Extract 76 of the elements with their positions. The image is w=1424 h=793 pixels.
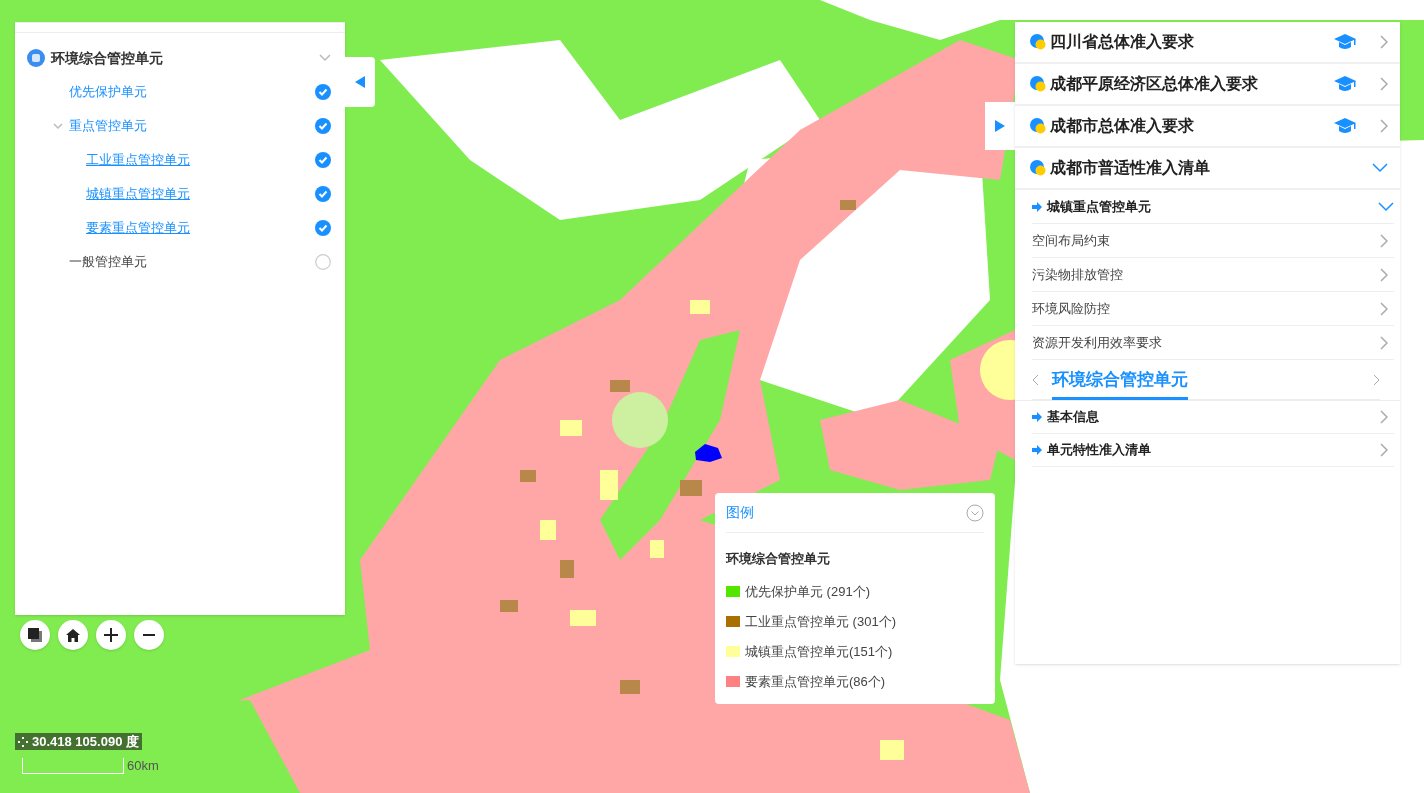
legend-label: 工业重点管控单元 (301个) <box>745 612 896 631</box>
left-triangle-icon <box>355 76 365 88</box>
requirement-row[interactable]: 成都市总体准入要求 <box>1015 106 1400 148</box>
list-item-text: 污染物排放管控 <box>1032 265 1124 284</box>
requirement-title: 成都市普适性准入清单 <box>1050 158 1211 178</box>
map-patch <box>680 480 702 496</box>
graduation-cap-icon <box>1334 33 1356 51</box>
map-patch <box>560 420 582 436</box>
list-row[interactable]: 环境风险防控 <box>1032 292 1394 326</box>
map-patch <box>500 600 518 612</box>
map-patch <box>540 520 556 540</box>
list-item-text: 资源开发利用效率要求 <box>1032 333 1163 352</box>
scale-label: 60km <box>127 757 159 775</box>
requirement-title: 四川省总体准入要求 <box>1050 32 1195 52</box>
legend-label: 要素重点管控单元(86个) <box>745 672 886 691</box>
info-row[interactable]: 单元特性准入清单 <box>1032 434 1394 467</box>
expand-panel-button[interactable] <box>985 102 1015 150</box>
dot-badge-icon <box>1030 34 1046 50</box>
coordinates-text: 30.418 105.090 度 <box>32 732 139 751</box>
chevron-right-icon <box>1380 267 1388 282</box>
map-patch <box>880 740 904 760</box>
plus-icon <box>104 628 118 642</box>
chevron-right-icon <box>1380 233 1388 248</box>
legend-title: 图例 <box>726 503 754 522</box>
chevron-left-icon <box>1032 373 1039 386</box>
map-patch <box>600 470 618 500</box>
requirement-row[interactable]: 成都平原经济区总体准入要求 <box>1015 64 1400 106</box>
chevron-right-icon <box>1380 443 1388 457</box>
collapse-panel-button[interactable] <box>345 57 375 107</box>
map-patch <box>520 470 536 482</box>
list-item-text: 环境风险防控 <box>1032 299 1111 318</box>
map-patch <box>610 380 630 392</box>
layers-icon <box>28 628 42 642</box>
selected-region[interactable] <box>695 444 722 462</box>
tree-item[interactable]: 一般管控单元 <box>69 252 315 272</box>
chevron-right-icon <box>1380 410 1388 424</box>
legend-label: 城镇重点管控单元(151个) <box>745 642 893 661</box>
minus-icon <box>143 634 155 636</box>
section-row[interactable]: 城镇重点管控单元 <box>1032 190 1394 224</box>
graduation-cap-icon <box>1334 75 1356 93</box>
requirement-title: 成都平原经济区总体准入要求 <box>1050 74 1259 94</box>
map-patch <box>620 680 640 694</box>
tree-title[interactable]: 环境综合管控单元 <box>51 47 319 69</box>
dot-badge-icon <box>1030 118 1046 134</box>
legend-subtitle: 环境综合管控单元 <box>726 550 831 568</box>
home-icon <box>66 628 80 642</box>
requirement-row[interactable]: 成都市普适性准入清单 <box>1015 148 1400 190</box>
map-patch <box>840 200 856 210</box>
legend-label: 优先保护单元 (291个) <box>745 582 870 601</box>
chevron-right-icon <box>1373 373 1380 386</box>
map-patch <box>560 560 574 578</box>
list-item-text: 空间布局约束 <box>1032 231 1111 250</box>
section-title: 城镇重点管控单元 <box>1047 197 1152 216</box>
right-arrow-icon <box>1032 412 1042 422</box>
dot-badge-icon <box>1030 76 1046 92</box>
right-arrow-icon <box>1032 201 1042 212</box>
list-row[interactable]: 资源开发利用效率要求 <box>1032 326 1394 360</box>
map-patch <box>570 610 596 626</box>
info-row[interactable]: 基本信息 <box>1032 401 1394 434</box>
graduation-cap-icon <box>1334 117 1356 135</box>
right-arrow-icon <box>1032 445 1042 455</box>
collapse-chevron-icon <box>966 503 984 522</box>
requirement-title: 成都市总体准入要求 <box>1050 116 1195 136</box>
info-title: 单元特性准入清单 <box>1047 441 1152 460</box>
layer-group-icon <box>27 49 45 67</box>
right-triangle-icon <box>995 120 1005 132</box>
dot-badge-icon <box>1030 160 1046 176</box>
requirement-row[interactable]: 四川省总体准入要求 <box>1015 22 1400 64</box>
list-row[interactable]: 污染物排放管控 <box>1032 258 1394 292</box>
chevron-right-icon <box>1380 335 1388 350</box>
info-title: 基本信息 <box>1047 408 1100 427</box>
crosshair-icon <box>18 736 28 747</box>
map-patch <box>690 300 710 314</box>
chevron-right-icon <box>1380 301 1388 316</box>
list-row[interactable]: 空间布局约束 <box>1032 224 1394 258</box>
map-patch <box>650 540 664 558</box>
